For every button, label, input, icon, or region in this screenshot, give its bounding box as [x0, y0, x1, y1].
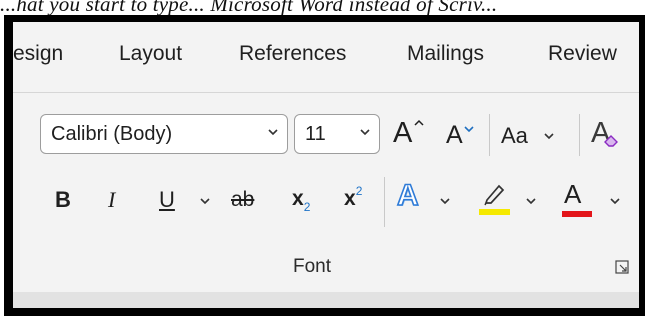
ribbon-tabs: esign Layout References Mailings Review	[13, 22, 639, 88]
chevron-down-icon	[267, 125, 279, 141]
underline-options-chevron-icon[interactable]	[199, 194, 211, 212]
superscript-base: x	[344, 187, 356, 210]
ribbon-bottom-edge	[13, 292, 639, 308]
toolbar-separator	[384, 177, 385, 227]
toolbar-separator	[489, 114, 490, 156]
grow-font-letter: A	[393, 117, 413, 149]
tab-references[interactable]: References	[239, 42, 346, 66]
highlight-color-bar	[479, 209, 510, 215]
font-color-bar	[562, 211, 592, 217]
font-name-value: Calibri (Body)	[51, 123, 173, 145]
chevron-down-icon[interactable]	[439, 194, 451, 212]
toolbar-separator	[579, 114, 580, 156]
tab-layout[interactable]: Layout	[119, 42, 182, 66]
font-size-combobox[interactable]: 11	[294, 114, 380, 154]
shrink-font-letter: A	[446, 121, 463, 149]
font-color-letter: A	[564, 179, 582, 209]
underline-button[interactable]: U	[159, 187, 175, 213]
caret-down-icon	[464, 121, 474, 139]
dialog-launcher-icon[interactable]	[615, 260, 629, 274]
strikethrough-button[interactable]: ab	[231, 188, 254, 212]
tab-design[interactable]: esign	[13, 42, 63, 66]
tab-mailings[interactable]: Mailings	[407, 42, 484, 66]
chevron-down-icon[interactable]	[609, 194, 621, 212]
tab-review[interactable]: Review	[548, 42, 617, 66]
grow-font-button[interactable]: A	[393, 117, 424, 150]
font-color-button[interactable]: A	[562, 179, 592, 217]
clear-formatting-eraser-icon	[603, 133, 621, 152]
superscript-button[interactable]: x2	[344, 184, 363, 211]
ribbon-panel: esign Layout References Mailings Review …	[13, 22, 639, 308]
shrink-font-button[interactable]: A	[446, 121, 474, 150]
text-effects-button[interactable]: A	[396, 178, 419, 213]
font-name-combobox[interactable]: Calibri (Body)	[40, 114, 288, 154]
highlighter-icon	[481, 182, 507, 211]
bold-button[interactable]: B	[55, 187, 71, 213]
change-case-button[interactable]: Aa	[501, 123, 554, 149]
font-group-label: Font	[293, 256, 332, 277]
background-document-text: ...hat you start to type... Microsoft Wo…	[0, 0, 498, 16]
superscript-mark: 2	[355, 184, 363, 198]
change-case-label: Aa	[501, 123, 528, 148]
clear-formatting-button[interactable]: A	[591, 117, 618, 150]
subscript-button[interactable]: x2	[292, 187, 311, 214]
chevron-down-icon[interactable]	[525, 194, 537, 212]
ribbon-divider	[13, 92, 639, 93]
subscript-base: x	[292, 187, 304, 210]
font-size-value: 11	[305, 123, 326, 145]
chevron-down-icon	[543, 129, 555, 147]
text-effects-letter: A	[396, 178, 419, 213]
chevron-down-icon	[359, 125, 371, 141]
caret-up-icon	[414, 115, 424, 133]
italic-button[interactable]: I	[108, 187, 115, 213]
subscript-mark: 2	[303, 200, 311, 214]
